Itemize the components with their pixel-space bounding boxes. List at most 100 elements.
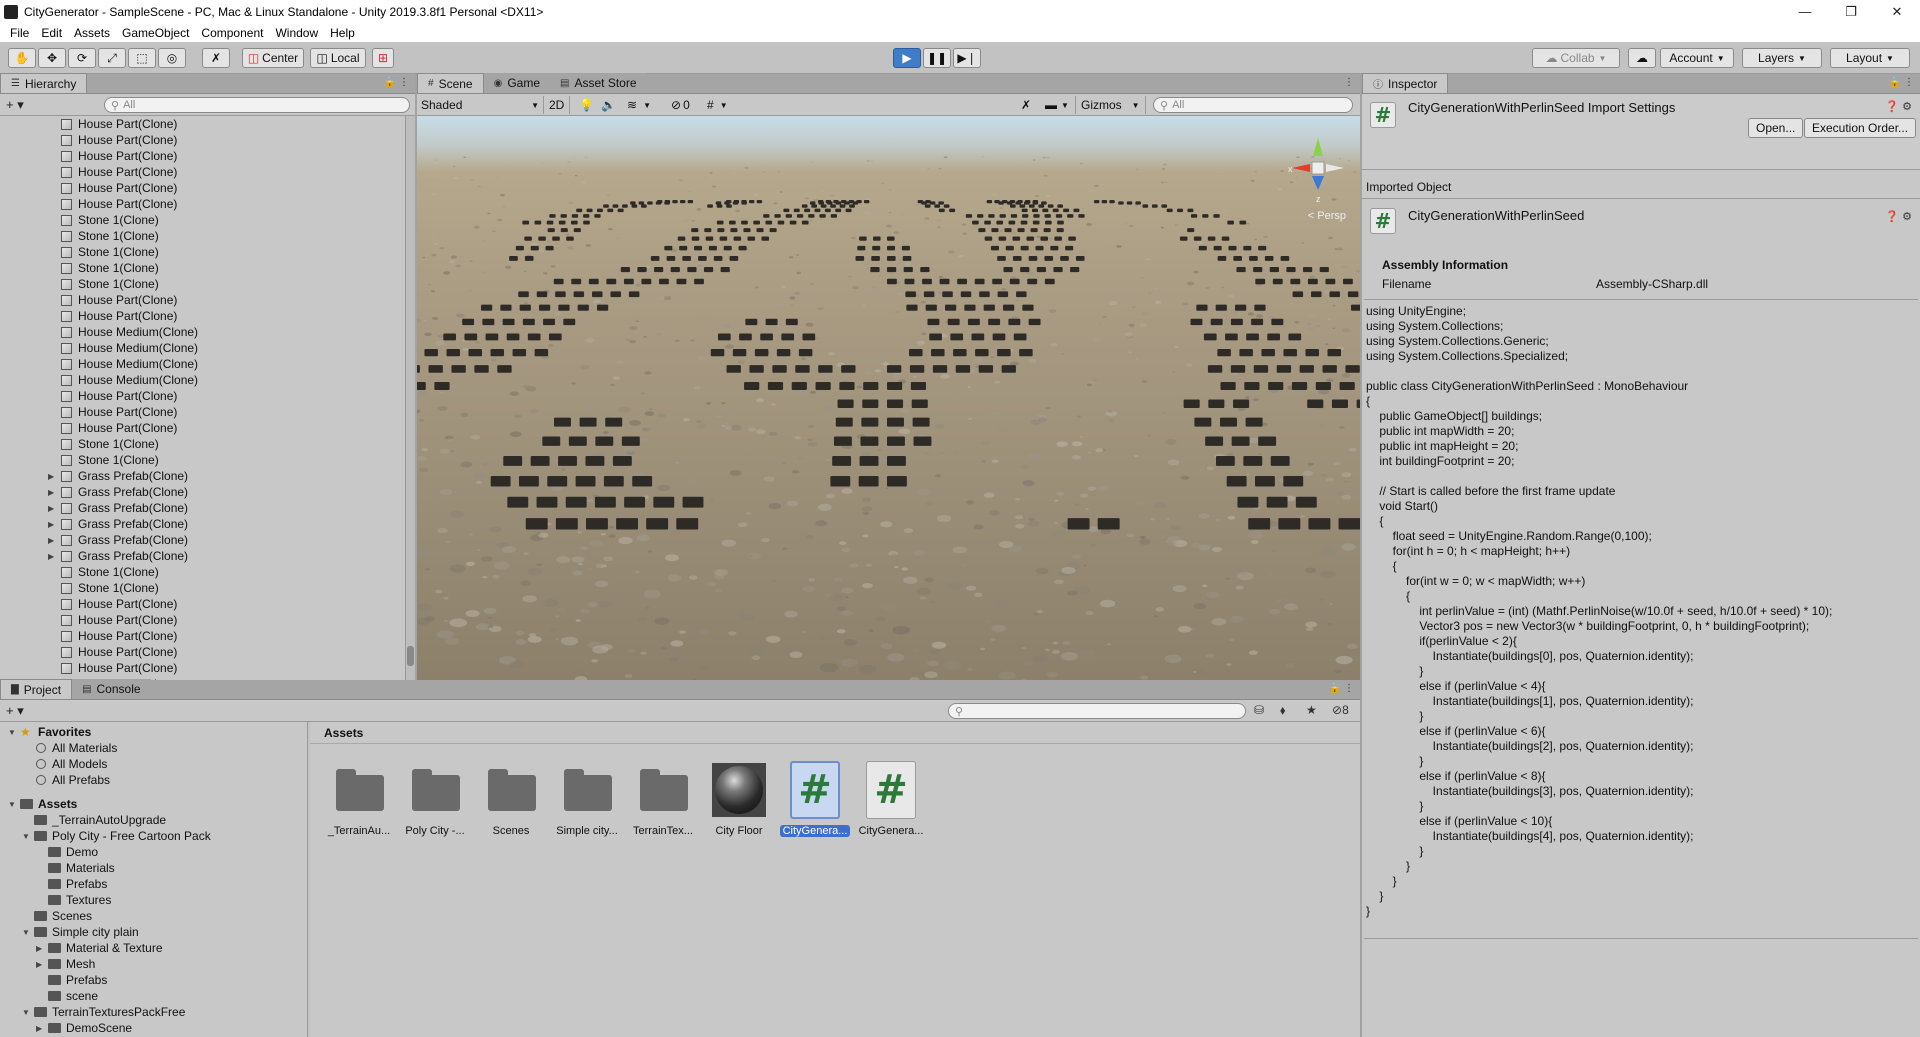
grid-snap-button[interactable]: ⊞ [372,48,394,68]
gizmo-x-axis[interactable] [1292,164,1310,172]
hierarchy-item[interactable]: House Part(Clone) [0,388,405,404]
tree-item[interactable]: Demo [0,844,307,860]
tab-scene[interactable]: # Scene [417,73,484,93]
orientation-gizmo[interactable]: x z [1288,130,1348,220]
favorite-star-icon[interactable]: ★ [1306,703,1317,717]
tools-toggle[interactable]: ✗ [1021,96,1031,114]
hierarchy-item[interactable]: Stone 1(Clone) [0,276,405,292]
hierarchy-item[interactable]: House Part(Clone) [0,404,405,420]
hierarchy-item[interactable]: ▶ Grass Prefab(Clone) [0,468,405,484]
hand-tool-button[interactable]: ✋ [8,48,36,68]
expand-arrow-icon[interactable]: ▶ [48,488,54,497]
hierarchy-item[interactable]: Stone 1(Clone) [0,260,405,276]
project-search-input[interactable]: ⚲ [948,703,1246,719]
hierarchy-item[interactable]: ▶ Grass Prefab(Clone) [0,500,405,516]
gizmos-dropdown[interactable]: Gizmos ▼ [1075,96,1146,114]
hierarchy-item[interactable]: ▶ Grass Prefab(Clone) [0,548,405,564]
create-dropdown[interactable]: + ▾ [6,703,24,719]
custom-tool-button[interactable]: ✗ [202,48,230,68]
tree-item[interactable]: ▼ TerrainTexturesPackFree [0,1004,307,1020]
tab-game[interactable]: ◉ Game [483,73,551,93]
asset-item[interactable]: # CityGenera... [856,757,926,847]
pause-button[interactable]: ❚❚ [923,48,951,68]
effects-dropdown[interactable]: ≋ ▼ [627,96,651,114]
gizmo-center[interactable] [1311,161,1325,175]
rotate-tool-button[interactable]: ⟳ [68,48,96,68]
gizmo-z-axis[interactable] [1312,176,1324,190]
expand-arrow-icon[interactable]: ▶ [48,504,54,513]
expand-arrow-icon[interactable]: ▶ [36,944,42,953]
tree-item[interactable]: Prefabs [0,876,307,892]
hierarchy-item[interactable]: Stone 1(Clone) [0,580,405,596]
account-dropdown[interactable]: Account ▼ [1660,48,1734,68]
hierarchy-item[interactable]: Stone 1(Clone) [0,452,405,468]
tree-item[interactable]: ▼ Simple city plain [0,924,307,940]
scene-search-input[interactable]: ⚲ All [1153,97,1353,113]
minimize-button[interactable]: — [1782,0,1828,23]
panel-menu-icon[interactable]: ⋮ [1344,77,1354,88]
hierarchy-item[interactable]: Stone 1(Clone) [0,244,405,260]
hierarchy-item[interactable]: House Part(Clone) [0,644,405,660]
hierarchy-item[interactable]: House Part(Clone) [0,292,405,308]
asset-item[interactable]: # CityGenera... [780,757,850,847]
audio-toggle[interactable]: 🔈 [601,96,616,114]
asset-item[interactable]: TerrainTex... [628,757,698,847]
asset-item[interactable]: Scenes [476,757,546,847]
tab-console[interactable]: ▤ Console [72,679,151,699]
hierarchy-item[interactable]: House Medium(Clone) [0,356,405,372]
expand-arrow-icon[interactable]: ▶ [48,472,54,481]
hierarchy-item[interactable]: House Part(Clone) [0,660,405,676]
expand-arrow-icon[interactable]: ▶ [36,1024,42,1033]
2d-toggle[interactable]: 2D [543,96,571,114]
hierarchy-search-input[interactable]: ⚲ All [104,97,410,113]
execution-order-button[interactable]: Execution Order... [1804,118,1917,138]
scale-tool-button[interactable]: ⤢ [98,48,126,68]
hierarchy-item[interactable]: House Part(Clone) [0,308,405,324]
collapse-arrow-icon[interactable]: ▼ [8,728,16,737]
move-tool-button[interactable]: ✥ [38,48,66,68]
collab-dropdown[interactable]: ☁ Collab ▼ [1532,48,1620,68]
hierarchy-item[interactable]: Stone 1(Clone) [0,228,405,244]
filter-label-icon[interactable]: ⬧ [1280,703,1285,718]
scene-viewport[interactable]: x z < Persp [417,116,1360,680]
create-dropdown[interactable]: + ▾ [6,97,24,113]
grid-dropdown[interactable]: # ▼ [707,96,728,114]
panel-menu-icon[interactable]: 🔒 ⋮ [1329,683,1354,694]
menu-edit[interactable]: Edit [35,26,68,40]
step-button[interactable]: ▶❘ [953,48,981,68]
hierarchy-item[interactable]: House Medium(Clone) [0,340,405,356]
tab-project[interactable]: ▇ Project [0,679,73,699]
close-button[interactable]: ✕ [1874,0,1920,23]
tree-item[interactable]: ▶ DemoScene [0,1020,307,1036]
hierarchy-item[interactable]: House Part(Clone) [0,148,405,164]
scrollbar-thumb[interactable] [407,646,414,666]
layout-dropdown[interactable]: Layout ▼ [1830,48,1910,68]
tree-item[interactable]: ▼ Assets [0,796,307,812]
hierarchy-item[interactable]: House Part(Clone) [0,628,405,644]
hierarchy-item[interactable]: House Part(Clone) [0,420,405,436]
menu-assets[interactable]: Assets [68,26,116,40]
menu-gameobject[interactable]: GameObject [116,26,195,40]
tree-item[interactable]: _TerrainAutoUpgrade [0,812,307,828]
hierarchy-item[interactable]: ▶ Grass Prefab(Clone) [0,516,405,532]
hierarchy-item[interactable]: House Part(Clone) [0,132,405,148]
tree-item[interactable]: Materials [0,860,307,876]
hidden-objects-toggle[interactable]: ⊘ 0 [671,96,690,114]
panel-menu-icon[interactable]: 🔒 ⋮ [1889,77,1914,88]
tree-item[interactable]: scene [0,988,307,1004]
pivot-rotation-button[interactable]: ◫ Local [310,48,366,68]
transform-tool-button[interactable]: ◎ [158,48,186,68]
tab-asset-store[interactable]: ▤ Asset Store [550,73,647,93]
expand-arrow-icon[interactable]: ▶ [36,960,42,969]
expand-arrow-icon[interactable]: ▶ [48,520,54,529]
hierarchy-item[interactable]: House Medium(Clone) [0,372,405,388]
hierarchy-item[interactable]: ▶ Grass Prefab(Clone) [0,484,405,500]
hierarchy-item[interactable]: House Part(Clone) [0,116,405,132]
hierarchy-item[interactable]: House Part(Clone) [0,164,405,180]
shading-dropdown[interactable]: Shaded ▼ [421,96,539,114]
tree-item[interactable]: Scenes [0,908,307,924]
pivot-mode-button[interactable]: ◫ Center [242,48,304,68]
asset-item[interactable]: Poly City -... [400,757,470,847]
hierarchy-item[interactable]: House Part(Clone) [0,596,405,612]
hierarchy-item[interactable]: ▶ Grass Prefab(Clone) [0,532,405,548]
